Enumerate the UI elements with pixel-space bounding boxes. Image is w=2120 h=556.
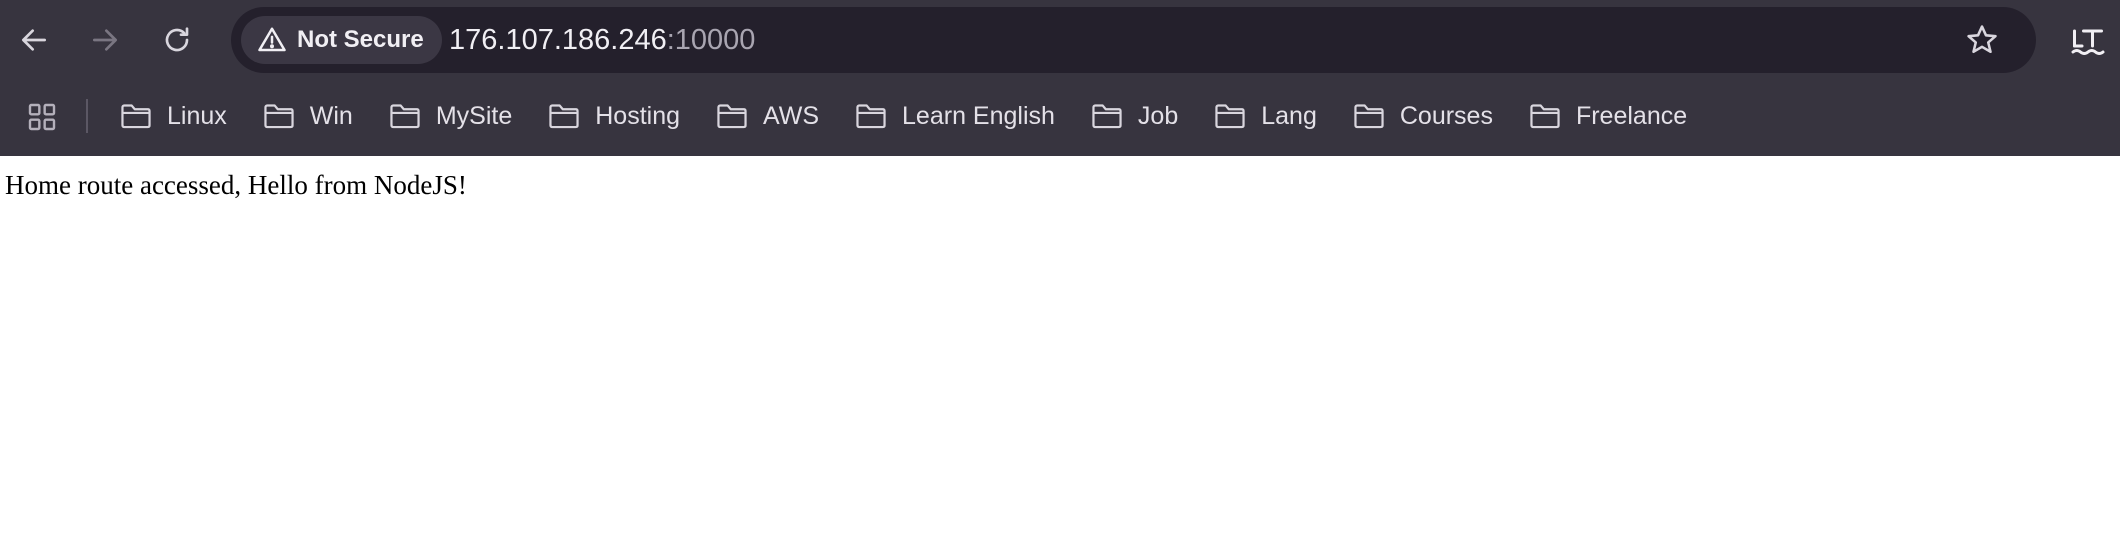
bookmark-folder-item[interactable]: Lang xyxy=(1214,93,1330,139)
folder-icon xyxy=(390,104,420,129)
bookmark-star-button[interactable] xyxy=(1958,16,2006,64)
reload-button[interactable] xyxy=(153,16,201,64)
arrow-left-icon xyxy=(22,29,46,51)
folder-icon xyxy=(1530,104,1560,129)
bookmark-folder-label: AWS xyxy=(763,101,820,130)
bookmark-folder-label: Linux xyxy=(167,101,227,130)
bookmark-folder-item[interactable]: Linux xyxy=(120,93,240,139)
url-host: 176.107.186.246 xyxy=(449,23,667,56)
bookmark-folder-label: Learn English xyxy=(902,101,1055,130)
forward-button[interactable] xyxy=(81,16,129,64)
bookmark-folder-item[interactable]: AWS xyxy=(716,93,832,139)
browser-window: Not Secure 176.107.186.246:10000 Linux … xyxy=(0,0,2120,556)
page-body-text: Home route accessed, Hello from NodeJS! xyxy=(5,170,467,200)
address-bar[interactable]: Not Secure 176.107.186.246:10000 xyxy=(231,7,2036,73)
folder-icon xyxy=(264,104,294,129)
apps-grid-icon xyxy=(28,103,56,131)
back-button[interactable] xyxy=(10,16,58,64)
bookmark-folder-item[interactable]: MySite xyxy=(389,93,525,139)
bookmark-folder-item[interactable]: Learn English xyxy=(855,93,1068,139)
reload-icon xyxy=(165,27,189,52)
folder-icon xyxy=(856,104,886,129)
folder-icon xyxy=(1215,104,1245,129)
arrow-right-icon xyxy=(93,29,117,51)
bookmark-folder-label: Hosting xyxy=(595,101,680,130)
folder-icon xyxy=(717,104,747,129)
folder-icon xyxy=(1354,104,1384,129)
url-port: :10000 xyxy=(666,23,756,56)
extension-button[interactable] xyxy=(2064,16,2112,64)
bookmark-folder-item[interactable]: Courses xyxy=(1353,93,1506,139)
url-text[interactable]: 176.107.186.246:10000 xyxy=(449,7,755,73)
bookmark-folder-item[interactable]: Freelance xyxy=(1529,93,1700,139)
bookmark-folder-label: MySite xyxy=(435,101,513,130)
bookmarks-bar: Linux Win MySite Hosting AWS Learn English Job… xyxy=(0,80,2120,150)
bookmark-folder-item[interactable]: Win xyxy=(263,93,366,139)
bookmark-folder-label: Lang xyxy=(1261,101,1317,130)
bookmark-folder-label: Win xyxy=(309,101,353,130)
star-outline-icon xyxy=(1967,25,1997,54)
security-label: Not Secure xyxy=(297,26,424,53)
browser-chrome: Not Secure 176.107.186.246:10000 Linux … xyxy=(0,0,2120,156)
page-content: Home route accessed, Hello from NodeJS! xyxy=(0,156,2120,556)
folder-icon xyxy=(121,104,151,129)
apps-button[interactable] xyxy=(22,97,62,137)
security-chip[interactable]: Not Secure xyxy=(241,16,442,64)
bookmark-folder-label: Job xyxy=(1137,101,1179,130)
bookmarks-separator xyxy=(86,99,88,133)
language-tool-icon xyxy=(2071,29,2105,55)
bookmark-folder-label: Courses xyxy=(1399,101,1493,130)
toolbar: Not Secure 176.107.186.246:10000 xyxy=(0,0,2120,80)
folder-icon xyxy=(549,104,579,129)
folder-icon xyxy=(1092,104,1122,129)
bookmark-folder-item[interactable]: Job xyxy=(1091,93,1191,139)
bookmark-folder-label: Freelance xyxy=(1575,101,1688,130)
bookmark-folder-item[interactable]: Hosting xyxy=(548,93,693,139)
bookmark-folder-list: Linux Win MySite Hosting AWS Learn English Job… xyxy=(120,93,1723,139)
warning-triangle-icon xyxy=(258,27,286,52)
